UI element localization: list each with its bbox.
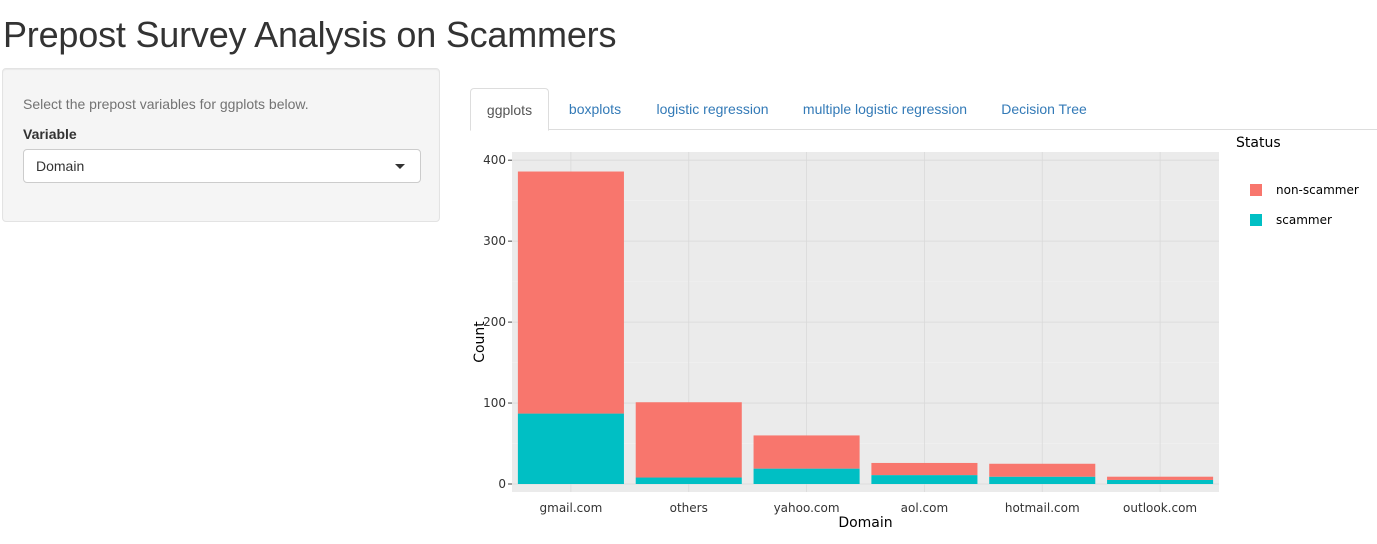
tab-decision-tree[interactable]: Decision Tree (992, 88, 1096, 130)
x-tick-label: yahoo.com (774, 501, 840, 515)
select-value: Domain (36, 158, 85, 174)
tab-ggplots[interactable]: ggplots (470, 88, 549, 131)
y-tick-label: 100 (483, 396, 506, 410)
x-axis-label: Domain (838, 515, 892, 531)
page-title: Prepost Survey Analysis on Scammers (3, 14, 617, 55)
x-tick-label: hotmail.com (1005, 501, 1080, 515)
bar-scammer-yahoo-com (753, 468, 860, 484)
bar-non-scammer-hotmail-com (989, 463, 1096, 477)
x-tick-label: others (670, 501, 708, 515)
bar-chart: 0100200300400gmail.com others yahoo.com aol… (472, 135, 1359, 531)
bar-non-scammer-aol-com (871, 462, 978, 476)
bar-non-scammer-yahoo-com (753, 435, 860, 469)
tab-bar: ggplots boxplots logistic regression mul… (470, 88, 1377, 131)
variable-select[interactable]: Domain (23, 149, 421, 183)
bar-scammer-others (635, 477, 742, 484)
x-tick-label: gmail.com (540, 501, 603, 515)
bar-non-scammer-gmail-com (517, 171, 624, 414)
legend-title: Status (1236, 135, 1281, 151)
bar-non-scammer-others (635, 402, 742, 478)
legend-label[interactable]: non-scammer (1276, 183, 1359, 197)
y-axis-label: Count (472, 321, 488, 363)
legend-key-scammer[interactable] (1250, 214, 1262, 226)
caret-down-icon[interactable] (395, 164, 405, 169)
y-tick-label: 300 (483, 234, 506, 248)
y-tick-label: 400 (483, 153, 506, 167)
bar-non-scammer-outlook-com (1107, 476, 1214, 480)
x-tick-label: outlook.com (1123, 501, 1197, 515)
variable-label: Variable (23, 126, 77, 142)
bar-scammer-gmail-com (517, 413, 624, 484)
legend: non-scammer scammer (1250, 183, 1359, 227)
x-tick-label: aol.com (901, 501, 948, 515)
bar-scammer-outlook-com (1107, 479, 1214, 484)
legend-label[interactable]: scammer (1276, 213, 1332, 227)
tab-multiple-logistic-regression[interactable]: multiple logistic regression (792, 88, 978, 130)
y-tick-label: 0 (498, 477, 506, 491)
sidebar-panel: Select the prepost variables for ggplots… (2, 68, 440, 222)
help-text: Select the prepost variables for ggplots… (23, 96, 309, 112)
bar-scammer-hotmail-com (989, 476, 1096, 484)
bar-scammer-aol-com (871, 475, 978, 484)
tab-logistic-regression[interactable]: logistic regression (646, 88, 779, 130)
tab-boxplots[interactable]: boxplots (557, 88, 633, 130)
legend-key-non-scammer[interactable] (1250, 184, 1262, 196)
